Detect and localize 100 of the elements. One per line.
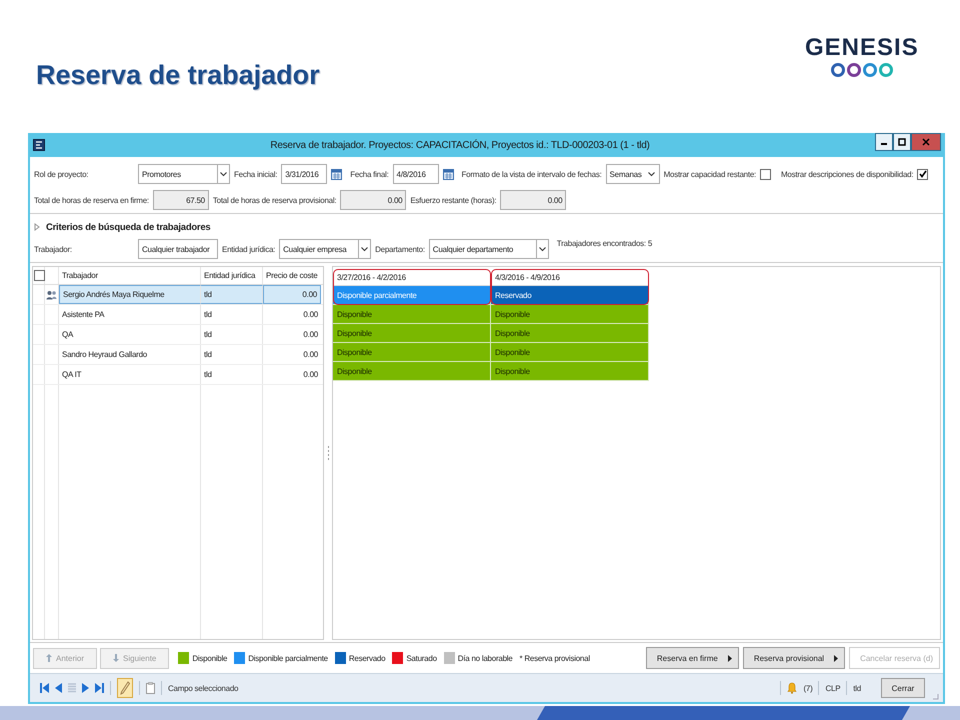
legend-label: Disponible parcialmente [248,654,328,662]
start-date-field[interactable]: 3/31/2016 [281,164,328,184]
availability-cell[interactable]: Disponible [333,305,491,324]
legend-label: Reservado [348,654,386,662]
entity-dropdown[interactable]: Cualquier empresa [279,239,372,259]
availability-cell[interactable]: Disponible [491,362,649,381]
checkbox[interactable] [760,168,772,180]
readonly-field: 0.00 [500,190,566,210]
arrow-down-icon [113,654,120,662]
section-title[interactable]: Criterios de búsqueda de trabajadores [46,222,210,232]
chevron-icon [220,172,227,176]
field-label: Fecha final: [350,170,389,178]
table-cell: tld [201,305,263,324]
table-cell-text: 0.00 [302,309,319,321]
bell-icon[interactable] [787,682,798,694]
table-cell: tld [201,345,263,364]
field-label: Departamento: [375,244,425,254]
calendar-icon[interactable] [331,168,342,180]
availability-cell[interactable]: Disponible [491,305,649,324]
table-cell-text: 0.00 [302,369,319,381]
edit-button[interactable] [117,678,133,698]
last-record-icon[interactable] [95,683,104,693]
column-header[interactable]: Trabajador [59,267,201,284]
table-cell-text: 0.00 [302,329,319,341]
availability-cell[interactable]: Disponible [333,343,491,362]
table-cell: 0.00 [263,285,321,304]
action-button[interactable]: Reserva provisional [742,647,846,669]
end-date-field[interactable]: 4/8/2016 [392,164,439,184]
field-label: Entidad jurídica: [222,244,276,254]
interval-dropdown[interactable]: Semanas [606,164,660,184]
chevron-icon [361,246,368,252]
availability-cell[interactable]: Disponible [491,343,649,362]
close-button[interactable] [911,133,941,151]
legend-note: * Reserva provisional [520,654,590,662]
action-button[interactable]: Reserva en firme [646,647,739,669]
splitter-handle-icon[interactable] [326,445,330,461]
maximize-icon [898,138,906,146]
first-record-icon[interactable] [40,683,49,693]
app-icon [33,139,45,151]
chevron-icon [648,172,655,176]
field-label: Rol de proyecto: [34,170,90,178]
worker-row[interactable]: QA IT tld 0.00 [33,365,323,385]
availability-cell[interactable]: Disponible [333,362,491,381]
close-icon [922,138,930,146]
close-window-button[interactable]: Cerrar [881,678,925,698]
submenu-arrow-icon [834,654,838,662]
table-cell: tld [201,365,263,384]
submenu-arrow-icon [728,654,732,662]
worker-row[interactable]: QA tld 0.00 [33,325,323,345]
currency-label[interactable]: CLP [825,684,840,692]
expand-arrow-icon[interactable] [34,223,40,231]
table-cell: QA [59,325,201,344]
checkbox-label: Mostrar capacidad restante: [664,170,756,178]
worker-row[interactable]: Sandro Heyraud Gallardo tld 0.00 [33,345,323,365]
field-label: Formato de la vista de intervalo de fechas: [462,170,602,178]
table-cell-text: 0.00 [302,349,319,361]
previous-record-icon[interactable] [55,683,62,693]
legend-label: Día no laborable [458,654,512,662]
slide-title: Reserva de trabajador [36,60,320,91]
column-header[interactable]: Entidad jurídica [201,267,263,284]
calendar-icon[interactable] [442,168,454,180]
logo-text: GENESIS [805,36,919,60]
availability-cell[interactable]: Reservado [491,286,649,305]
field-label: Esfuerzo restante (horas): [410,196,496,204]
worker-row[interactable]: Asistente PA tld 0.00 [33,305,323,325]
field-label: Trabajador: [34,244,73,254]
select-all-checkbox[interactable] [34,270,45,281]
role-dropdown[interactable]: Promotores [138,164,230,184]
legend-label: Saturado [406,654,437,662]
table-cell: Sergio Andrés Maya Riquelme [59,285,201,304]
document-icon[interactable] [146,682,155,694]
worker-field[interactable]: Cualquier trabajador [138,239,218,259]
checkbox[interactable] [917,168,928,180]
column-header[interactable]: Precio de coste [263,267,321,284]
field-label: Fecha inicial: [234,170,278,178]
department-dropdown[interactable]: Cualquier departamento [428,239,549,259]
checkbox-label: Mostrar descripciones de disponibilidad: [781,170,914,178]
readonly-field: 67.50 [152,190,209,210]
notification-count[interactable]: (7) [803,684,812,692]
chevron-icon [538,246,546,252]
table-cell: tld [201,285,263,304]
readonly-field: 0.00 [340,190,406,210]
table-cell: Sandro Heyraud Gallardo [59,345,201,364]
resize-grip-icon[interactable] [931,692,939,700]
checkmark-icon [918,170,927,178]
logo-rings-icon [830,62,894,78]
window-title: Reserva de trabajador. Proyectos: CAPACITACIÓN, Proyectos id.: TLD-000203-01 (1 - tld) [269,140,651,150]
field-label: Total de horas de reserva provisional: [212,196,336,204]
availability-cell[interactable]: Disponible [333,324,491,343]
table-cell: QA IT [59,365,201,384]
table-cell: tld [201,325,263,344]
pencil-icon [120,681,130,695]
minimize-button[interactable] [875,133,893,151]
worker-row[interactable]: Sergio Andrés Maya Riquelme tld 0.00 [33,285,323,305]
legend-label: Disponible [192,654,228,662]
availability-cell[interactable]: Disponible [491,324,649,343]
company-label[interactable]: tld [853,684,861,692]
person-icon [46,290,57,300]
next-record-icon[interactable] [82,683,89,693]
maximize-button[interactable] [893,133,911,151]
